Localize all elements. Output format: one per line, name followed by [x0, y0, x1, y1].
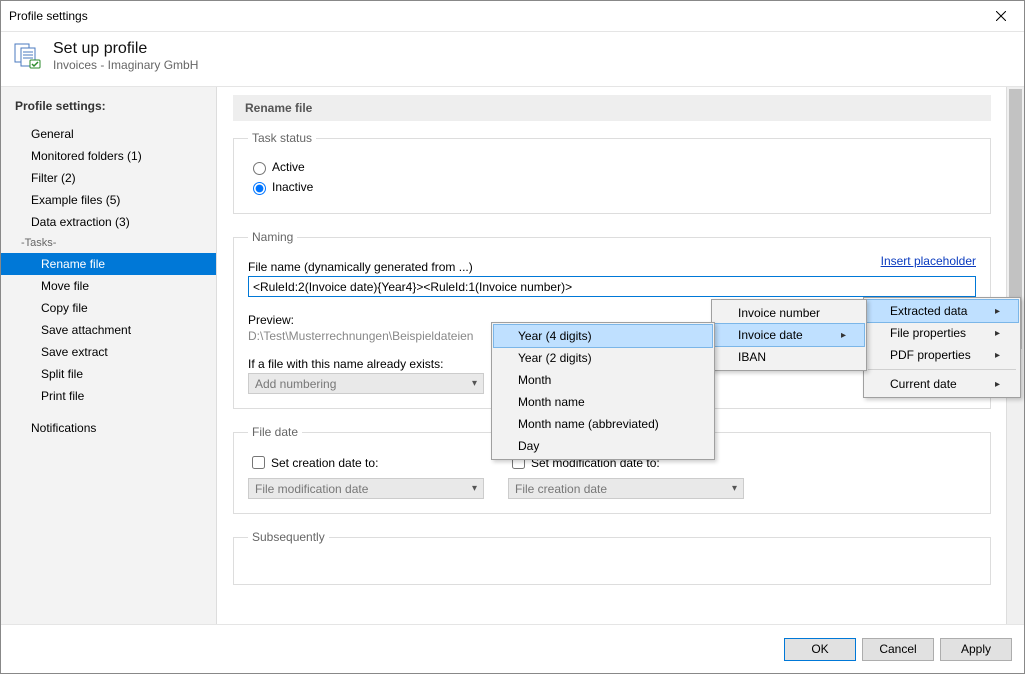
sidebar-item-monitored-folders[interactable]: Monitored folders (1)	[1, 145, 216, 167]
sidebar-task-print-file[interactable]: Print file	[1, 385, 216, 407]
apply-button[interactable]: Apply	[940, 638, 1012, 661]
menu-l1-item-label: Extracted data	[890, 304, 967, 318]
creation-date-checkbox[interactable]	[252, 456, 265, 469]
close-button[interactable]	[978, 1, 1024, 31]
filename-input[interactable]	[248, 276, 976, 297]
menu-l3-item-label: Year (2 digits)	[518, 351, 592, 365]
sidebar-item-example-files[interactable]: Example files (5)	[1, 189, 216, 211]
header-text: Set up profile Invoices - Imaginary GmbH	[53, 40, 198, 72]
sidebar-task-split-file[interactable]: Split file	[1, 363, 216, 385]
menu-separator	[868, 369, 1016, 370]
menu-l2-invoice-number[interactable]: Invoice number	[714, 302, 864, 324]
modification-date-select[interactable]: File creation date ▾	[508, 478, 744, 499]
menu-l1-current-date[interactable]: Current date ▸	[866, 373, 1018, 395]
radio-inactive-input[interactable]	[253, 182, 266, 195]
creation-date-select[interactable]: File modification date ▾	[248, 478, 484, 499]
placeholder-menu-l2[interactable]: Invoice number Invoice date ▸ IBAN	[711, 299, 867, 371]
creation-date-select-value: File modification date	[255, 482, 368, 496]
profile-icon	[13, 40, 45, 72]
window-title: Profile settings	[9, 9, 88, 23]
radio-active[interactable]: Active	[248, 159, 976, 175]
menu-l1-item-label: Current date	[890, 377, 957, 391]
submenu-arrow-icon: ▸	[995, 328, 1000, 339]
placeholder-menu-l3[interactable]: Year (4 digits) Year (2 digits) Month Mo…	[491, 322, 715, 460]
menu-l1-pdf-properties[interactable]: PDF properties ▸	[866, 344, 1018, 366]
exists-select[interactable]: Add numbering ▾	[248, 373, 484, 394]
chevron-down-icon: ▾	[732, 483, 737, 494]
radio-active-input[interactable]	[253, 162, 266, 175]
menu-l3-item-label: Month name (abbreviated)	[518, 417, 659, 431]
menu-l3-item-label: Month	[518, 373, 551, 387]
sidebar-task-save-attachment[interactable]: Save attachment	[1, 319, 216, 341]
menu-l2-item-label: Invoice number	[738, 306, 820, 320]
menu-l3-month[interactable]: Month	[494, 369, 712, 391]
naming-legend: Naming	[248, 230, 297, 244]
header-title: Set up profile	[53, 40, 198, 58]
sidebar-heading: Profile settings:	[1, 95, 216, 123]
menu-l3-month-name-abbr[interactable]: Month name (abbreviated)	[494, 413, 712, 435]
creation-date-label: Set creation date to:	[271, 456, 378, 470]
file-date-legend: File date	[248, 425, 302, 439]
submenu-arrow-icon: ▸	[841, 330, 846, 341]
header-subtitle: Invoices - Imaginary GmbH	[53, 58, 198, 72]
sidebar-task-rename-file[interactable]: Rename file	[1, 253, 216, 275]
submenu-arrow-icon: ▸	[995, 379, 1000, 390]
placeholder-menu-l1[interactable]: Extracted data ▸ File properties ▸ PDF p…	[863, 297, 1021, 398]
modification-date-select-value: File creation date	[515, 482, 607, 496]
submenu-arrow-icon: ▸	[995, 306, 1000, 317]
sidebar: Profile settings: General Monitored fold…	[1, 87, 217, 624]
menu-l1-item-label: PDF properties	[890, 348, 971, 362]
menu-l2-iban[interactable]: IBAN	[714, 346, 864, 368]
chevron-down-icon: ▾	[472, 483, 477, 494]
close-icon	[996, 11, 1006, 21]
menu-l3-year2[interactable]: Year (2 digits)	[494, 347, 712, 369]
insert-placeholder-link[interactable]: Insert placeholder	[881, 254, 976, 268]
ok-button[interactable]: OK	[784, 638, 856, 661]
exists-select-value: Add numbering	[255, 377, 336, 391]
radio-active-label: Active	[272, 160, 305, 174]
task-status-legend: Task status	[248, 131, 316, 145]
subsequently-group: Subsequently	[233, 530, 991, 585]
menu-l3-year4[interactable]: Year (4 digits)	[493, 324, 713, 348]
filename-label: File name (dynamically generated from ..…	[248, 260, 976, 274]
menu-l3-item-label: Month name	[518, 395, 585, 409]
menu-l1-file-properties[interactable]: File properties ▸	[866, 322, 1018, 344]
sidebar-task-move-file[interactable]: Move file	[1, 275, 216, 297]
dialog-footer: OK Cancel Apply	[1, 624, 1024, 673]
task-status-group: Task status Active Inactive	[233, 131, 991, 214]
menu-l3-item-label: Day	[518, 439, 539, 453]
cancel-button[interactable]: Cancel	[862, 638, 934, 661]
submenu-arrow-icon: ▸	[995, 350, 1000, 361]
creation-date-checkbox-row[interactable]: Set creation date to:	[248, 453, 484, 472]
radio-inactive[interactable]: Inactive	[248, 179, 976, 195]
menu-l1-extracted-data[interactable]: Extracted data ▸	[865, 299, 1019, 323]
subsequently-legend: Subsequently	[248, 530, 329, 544]
sidebar-item-general[interactable]: General	[1, 123, 216, 145]
menu-l3-day[interactable]: Day	[494, 435, 712, 457]
menu-l3-month-name[interactable]: Month name	[494, 391, 712, 413]
sidebar-item-filter[interactable]: Filter (2)	[1, 167, 216, 189]
radio-inactive-label: Inactive	[272, 180, 313, 194]
titlebar: Profile settings	[1, 1, 1024, 32]
dialog-window: Profile settings Set up profile Invoices…	[0, 0, 1025, 674]
sidebar-tasks-header: -Tasks-	[1, 233, 216, 253]
sidebar-item-notifications[interactable]: Notifications	[1, 417, 216, 439]
menu-l2-item-label: IBAN	[738, 350, 766, 364]
panel-title: Rename file	[233, 95, 991, 121]
chevron-down-icon: ▾	[472, 378, 477, 389]
menu-l3-item-label: Year (4 digits)	[518, 329, 592, 343]
header: Set up profile Invoices - Imaginary GmbH	[1, 32, 1024, 87]
sidebar-task-copy-file[interactable]: Copy file	[1, 297, 216, 319]
menu-l2-invoice-date[interactable]: Invoice date ▸	[713, 323, 865, 347]
sidebar-item-data-extraction[interactable]: Data extraction (3)	[1, 211, 216, 233]
sidebar-task-save-extract[interactable]: Save extract	[1, 341, 216, 363]
menu-l1-item-label: File properties	[890, 326, 966, 340]
menu-l2-item-label: Invoice date	[738, 328, 803, 342]
